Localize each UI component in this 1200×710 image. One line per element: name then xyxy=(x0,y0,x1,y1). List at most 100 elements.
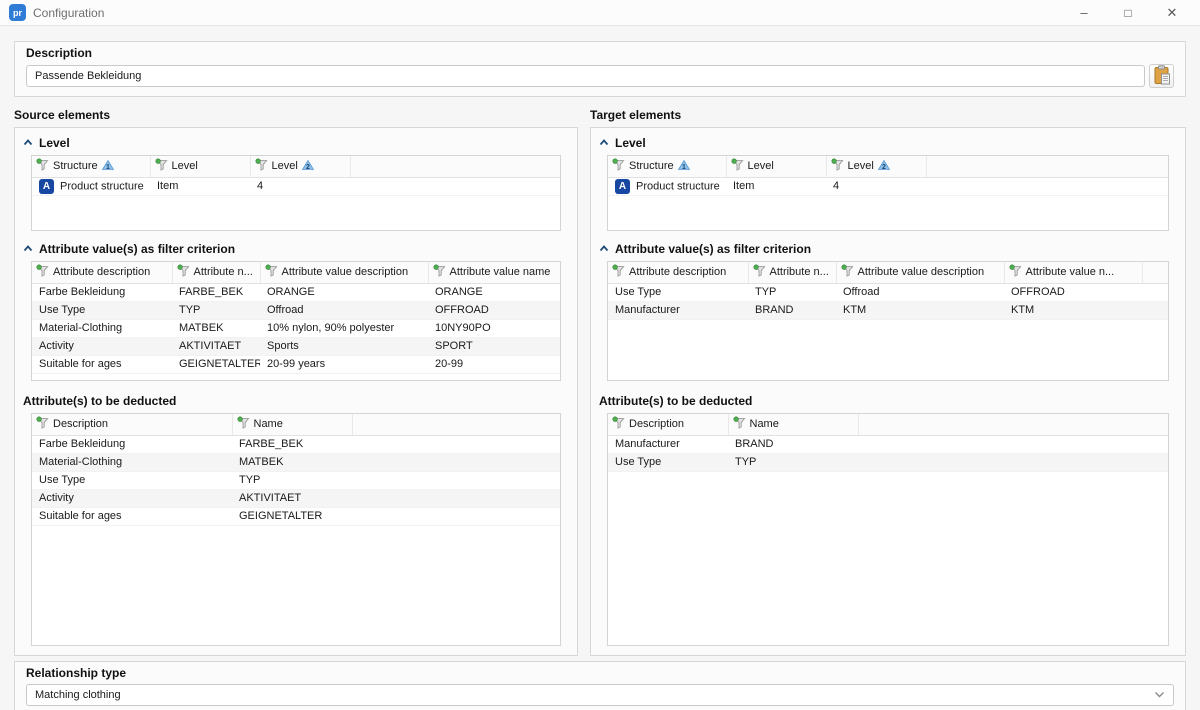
table-row[interactable]: ActivityAKTIVITAETSportsSPORT xyxy=(32,337,561,355)
table-row[interactable]: Manufacturer BRAND xyxy=(608,435,1168,453)
filter-icon[interactable] xyxy=(36,158,49,174)
cell-text: 10% nylon, 90% polyester xyxy=(267,322,394,334)
source-filter-section-header[interactable]: Attribute value(s) as filter criterion xyxy=(23,241,569,257)
table-row[interactable]: Use TypeTYPOffroadOFFROAD xyxy=(32,301,561,319)
filter-icon[interactable] xyxy=(1009,264,1022,280)
cell-filler xyxy=(926,177,1168,195)
column-header-level[interactable]: Level2 xyxy=(826,156,926,177)
filter-icon[interactable] xyxy=(433,264,446,280)
target-deducted-table-box: DescriptionName Manufacturer BRAND Use Typ… xyxy=(607,413,1169,646)
column-label: Attribute description xyxy=(629,266,726,278)
relationship-type-label: Relationship type xyxy=(26,666,1174,680)
table-row[interactable]: Material-ClothingMATBEK xyxy=(32,453,560,471)
maximize-button[interactable]: □ xyxy=(1106,0,1150,26)
table-row[interactable]: Suitable for ages GEIGNETALTER20-99 years… xyxy=(32,355,561,373)
filter-icon[interactable] xyxy=(733,416,746,432)
filter-icon[interactable] xyxy=(731,158,744,174)
table-header-row: Structure1LevelLevel2 xyxy=(32,156,560,177)
column-header-name[interactable]: Name xyxy=(232,414,352,435)
filter-icon[interactable] xyxy=(36,416,49,432)
column-header-attribute-n-[interactable]: Attribute n... xyxy=(748,262,836,283)
cell-text: GEIGNETALTER xyxy=(179,358,260,370)
column-header-attribute-description[interactable]: Attribute description xyxy=(32,262,172,283)
column-header-name[interactable]: Name xyxy=(728,414,858,435)
source-level-section-header[interactable]: Level xyxy=(23,135,569,151)
target-filter-section-header[interactable]: Attribute value(s) as filter criterion xyxy=(599,241,1177,257)
filter-icon[interactable] xyxy=(155,158,168,174)
column-header-description[interactable]: Description xyxy=(32,414,232,435)
table-row[interactable]: ActivityAKTIVITAET xyxy=(32,489,560,507)
column-header-attribute-n-[interactable]: Attribute n... xyxy=(172,262,260,283)
source-level-table: Structure1LevelLevel2 AProduct structure… xyxy=(32,156,560,196)
filter-icon[interactable] xyxy=(255,158,268,174)
cell-text: Product structure xyxy=(60,180,144,192)
filter-icon[interactable] xyxy=(753,264,766,280)
table-header-row: Attribute descriptionAttribute n...Attri… xyxy=(32,262,561,283)
section-title: Attribute(s) to be deducted xyxy=(23,394,176,408)
section-title: Attribute value(s) as filter criterion xyxy=(39,242,235,256)
filter-icon[interactable] xyxy=(612,158,625,174)
column-header-attribute-description[interactable]: Attribute description xyxy=(608,262,748,283)
filter-icon[interactable] xyxy=(831,158,844,174)
close-button[interactable]: ✕ xyxy=(1150,0,1194,26)
table-cell: 20-99 years xyxy=(260,355,428,373)
column-header-attribute-value-name[interactable]: Attribute value name xyxy=(428,262,561,283)
cell-filler xyxy=(1142,301,1168,319)
cell-filler xyxy=(352,435,560,453)
table-row[interactable]: Suitable for agesGEIGNETALTER xyxy=(32,507,560,525)
table-cell: FARBE_BEK xyxy=(232,435,352,453)
target-level-section-header[interactable]: Level xyxy=(599,135,1177,151)
cell-text: TYP xyxy=(179,304,200,316)
table-cell: ORANGE xyxy=(428,283,561,301)
column-header-attribute-value-description[interactable]: Attribute value description xyxy=(260,262,428,283)
filter-icon[interactable] xyxy=(612,416,625,432)
table-row[interactable]: AProduct structureItem4 xyxy=(32,177,560,195)
cell-text: MATBEK xyxy=(179,322,223,334)
cell-text: BRAND xyxy=(735,438,774,450)
table-row[interactable]: Farbe BekleidungFARBE_BEKORANGEORANGE xyxy=(32,283,561,301)
cell-filler xyxy=(352,453,560,471)
cell-text: Item xyxy=(157,180,178,192)
filter-icon[interactable] xyxy=(177,264,190,280)
filter-icon[interactable] xyxy=(237,416,250,432)
table-cell: MATBEK xyxy=(172,319,260,337)
column-header-attribute-value-description[interactable]: Attribute value description xyxy=(836,262,1004,283)
description-input[interactable] xyxy=(26,65,1145,87)
column-header-description[interactable]: Description xyxy=(608,414,728,435)
table-cell: Material-Clothing xyxy=(32,319,172,337)
column-header-level[interactable]: Level xyxy=(726,156,826,177)
table-row[interactable]: Use TypeTYP xyxy=(608,453,1168,471)
cell-text: Use Type xyxy=(39,474,85,486)
column-header-attribute-value-n-[interactable]: Attribute value n... xyxy=(1004,262,1142,283)
filter-icon[interactable] xyxy=(265,264,278,280)
table-row[interactable]: Material-Clothing MATBEK 10% nylon, 90% po… xyxy=(32,319,561,337)
cell-text: Offroad xyxy=(843,286,880,298)
filter-icon[interactable] xyxy=(841,264,854,280)
table-row[interactable]: Farbe BekleidungFARBE_BEK xyxy=(32,435,560,453)
cell-filler xyxy=(352,489,560,507)
table-row[interactable]: Use TypeTYP xyxy=(32,471,560,489)
filter-icon[interactable] xyxy=(612,264,625,280)
cell-filler xyxy=(1142,283,1168,301)
filter-icon[interactable] xyxy=(36,264,49,280)
target-deducted-section-header: Attribute(s) to be deducted xyxy=(599,393,1177,409)
cell-text: KTM xyxy=(1011,304,1034,316)
cell-text: MATBEK xyxy=(239,456,283,468)
column-header-level[interactable]: Level2 xyxy=(250,156,350,177)
title-bar[interactable]: pr Configuration – □ ✕ xyxy=(0,0,1200,26)
column-header-level[interactable]: Level xyxy=(150,156,250,177)
paste-from-clipboard-button[interactable] xyxy=(1149,64,1174,88)
target-filter-table-box: Attribute descriptionAttribute n...Attri… xyxy=(607,261,1169,381)
table-row[interactable]: AProduct structureItem4 xyxy=(608,177,1168,195)
source-panel: Level Structure1LevelLevel2 AProduct str… xyxy=(14,127,578,656)
column-header-structure[interactable]: Structure1 xyxy=(608,156,726,177)
cell-text: Use Type xyxy=(615,456,661,468)
table-cell: GEIGNETALTER xyxy=(232,507,352,525)
table-row[interactable]: Use TypeTYPOffroadOFFROAD xyxy=(608,283,1168,301)
relationship-type-dropdown[interactable]: Matching clothing xyxy=(26,684,1174,706)
minimize-button[interactable]: – xyxy=(1062,0,1106,26)
table-row[interactable]: ManufacturerBRANDKTMKTM xyxy=(608,301,1168,319)
cell-text: Manufacturer xyxy=(615,438,680,450)
cell-text: Suitable for ages xyxy=(39,358,122,370)
column-header-structure[interactable]: Structure1 xyxy=(32,156,150,177)
